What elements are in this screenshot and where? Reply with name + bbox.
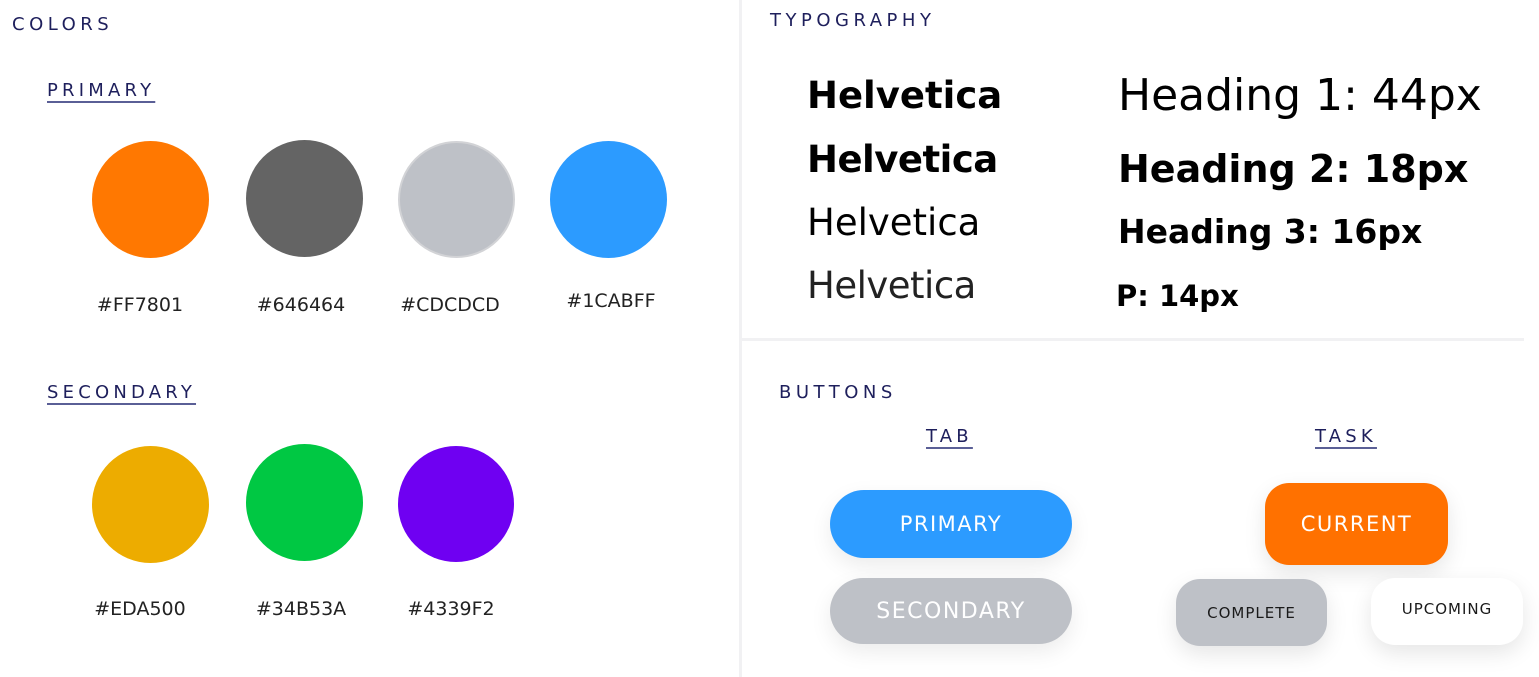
tab-secondary-button-label: SECONDARY — [876, 598, 1026, 624]
paragraph-sample: P: 14px — [1116, 279, 1239, 313]
heading-3-sample: Heading 3: 16px — [1118, 212, 1423, 251]
task-upcoming-button[interactable]: UPCOMING — [1371, 578, 1523, 645]
tab-primary-button[interactable]: PRIMARY — [830, 490, 1072, 558]
font-sample-regular: Helvetica — [807, 201, 981, 244]
color-hex-label: #4339F2 — [407, 598, 495, 620]
task-current-button[interactable]: CURRENT — [1265, 483, 1448, 565]
heading-1-sample: Heading 1: 44px — [1118, 70, 1482, 121]
tab-secondary-button[interactable]: SECONDARY — [830, 578, 1072, 644]
color-swatch-dark-gray — [246, 140, 363, 257]
font-sample-bold: Helvetica — [807, 74, 1003, 117]
primary-colors-title: PRIMARY — [47, 80, 156, 101]
task-complete-button[interactable]: COMPLETE — [1176, 579, 1327, 646]
buttons-section-title: BUTTONS — [779, 382, 897, 403]
colors-section-title: COLORS — [12, 14, 114, 35]
task-buttons-title: TASK — [1315, 426, 1377, 447]
color-swatch-purple — [398, 446, 514, 562]
color-swatch-orange — [92, 141, 209, 258]
color-hex-label: #CDCDCD — [400, 294, 500, 316]
color-hex-label: #EDA500 — [94, 598, 186, 620]
color-hex-label: #646464 — [256, 294, 346, 316]
font-sample-light: Helvetica — [807, 264, 976, 307]
color-swatch-blue — [550, 141, 667, 258]
color-hex-label: #34B53A — [255, 598, 347, 620]
heading-2-sample: Heading 2: 18px — [1118, 147, 1469, 191]
color-hex-label: #FF7801 — [96, 294, 184, 316]
color-swatch-green — [246, 444, 363, 561]
color-swatch-yellow — [92, 446, 209, 563]
tab-primary-button-label: PRIMARY — [899, 512, 1003, 536]
color-swatch-light-gray — [398, 141, 515, 258]
color-hex-label: #1CABFF — [566, 290, 656, 312]
task-current-button-label: CURRENT — [1300, 512, 1413, 536]
horizontal-divider — [742, 338, 1524, 341]
task-upcoming-button-label: UPCOMING — [1401, 599, 1493, 618]
secondary-colors-title: SECONDARY — [47, 382, 197, 403]
font-sample-semibold: Helvetica — [807, 138, 998, 181]
typography-section-title: TYPOGRAPHY — [770, 10, 936, 31]
task-complete-button-label: COMPLETE — [1207, 603, 1296, 622]
tab-buttons-title: TAB — [926, 426, 973, 447]
